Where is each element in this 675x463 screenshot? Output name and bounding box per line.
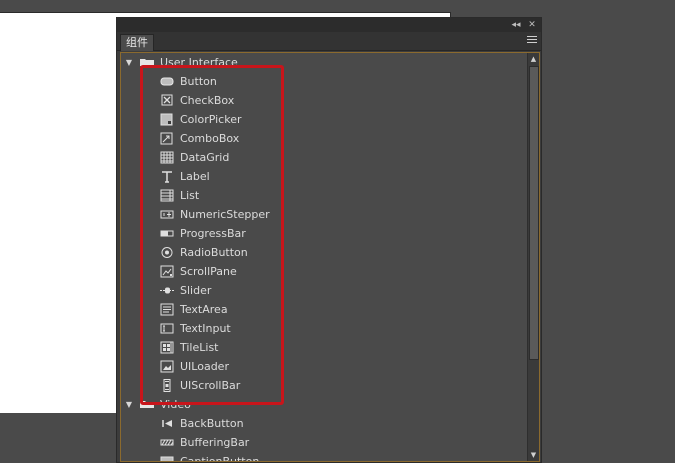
tree-item-label: TileList	[180, 341, 219, 354]
tree-item-scrollpane[interactable]: ScrollPane	[121, 262, 527, 281]
tree-item-label: ColorPicker	[180, 113, 242, 126]
uiloader-icon	[160, 360, 174, 373]
tree-item-label: ProgressBar	[180, 227, 246, 240]
tree-item-textarea[interactable]: TextArea	[121, 300, 527, 319]
tree-item-captionbutton[interactable]: CaptionButton	[121, 452, 527, 462]
tree-item-label[interactable]: Label	[121, 167, 527, 186]
bufferingbar-icon	[160, 436, 174, 449]
tree-item-numericstepper[interactable]: NumericStepper	[121, 205, 527, 224]
panel-titlebar[interactable]: ◂◂ ✕	[117, 18, 541, 32]
close-icon[interactable]: ✕	[525, 18, 539, 32]
tree-item-label: Label	[180, 170, 210, 183]
checkbox-icon	[160, 94, 174, 107]
tree-item-backbutton[interactable]: BackButton	[121, 414, 527, 433]
combobox-icon	[160, 132, 174, 145]
tree-item-label: DataGrid	[180, 151, 230, 164]
uiscrollbar-icon	[160, 379, 174, 392]
folder-label: User Interface	[160, 56, 238, 69]
list-icon	[160, 189, 174, 202]
tree-item-uiloader[interactable]: UILoader	[121, 357, 527, 376]
scroll-down-icon[interactable]: ▼	[528, 450, 539, 460]
captionbutton-icon	[160, 455, 174, 461]
tree-item-label: CheckBox	[180, 94, 235, 107]
textinput-icon	[160, 322, 174, 335]
radiobutton-icon	[160, 246, 174, 259]
components-tree-view[interactable]: ▼ User Interface Button CheckBox ColorPicker…	[120, 52, 540, 462]
tree-item-label: Button	[180, 75, 217, 88]
tree-item-label: Slider	[180, 284, 212, 297]
tree-item-label: ScrollPane	[180, 265, 237, 278]
tree-item-slider[interactable]: Slider	[121, 281, 527, 300]
components-panel: ◂◂ ✕ 组件 ▼ User Interface Button CheckBox Col…	[116, 17, 542, 463]
tree-item-checkbox[interactable]: CheckBox	[121, 91, 527, 110]
tree-item-button[interactable]: Button	[121, 72, 527, 91]
tree-folder[interactable]: ▼ Video	[121, 395, 527, 414]
tree-item-list[interactable]: List	[121, 186, 527, 205]
numericstepper-icon	[160, 208, 174, 221]
tree-item-textinput[interactable]: TextInput	[121, 319, 527, 338]
panel-menu-icon[interactable]	[527, 36, 537, 45]
tree-item-radiobutton[interactable]: RadioButton	[121, 243, 527, 262]
progressbar-icon	[160, 227, 174, 240]
disclosure-triangle-icon[interactable]: ▼	[124, 53, 134, 72]
vertical-scrollbar[interactable]: ▲ ▼	[527, 53, 539, 461]
tree-item-progressbar[interactable]: ProgressBar	[121, 224, 527, 243]
folder-label: Video	[160, 398, 191, 411]
tree-item-label: RadioButton	[180, 246, 248, 259]
tilelist-icon	[160, 341, 174, 354]
button-icon	[160, 75, 174, 88]
folder-icon	[140, 58, 154, 66]
tree-item-label: ComboBox	[180, 132, 240, 145]
tree-item-label: TextArea	[180, 303, 228, 316]
folder-icon	[140, 400, 154, 408]
tree-item-label: List	[180, 189, 200, 202]
tree-item-label: TextInput	[180, 322, 231, 335]
disclosure-triangle-icon[interactable]: ▼	[124, 395, 134, 414]
tree-item-tilelist[interactable]: TileList	[121, 338, 527, 357]
textarea-icon	[160, 303, 174, 316]
component-tree: ▼ User Interface Button CheckBox ColorPicker…	[121, 53, 527, 462]
scroll-thumb[interactable]	[529, 66, 539, 360]
tree-item-colorpicker[interactable]: ColorPicker	[121, 110, 527, 129]
colorpicker-icon	[160, 113, 174, 126]
scroll-up-icon[interactable]: ▲	[528, 54, 539, 64]
backbutton-icon	[160, 417, 174, 430]
tree-item-bufferingbar[interactable]: BufferingBar	[121, 433, 527, 452]
tree-item-label: BufferingBar	[180, 436, 250, 449]
datagrid-icon	[160, 151, 174, 164]
tree-item-uiscrollbar[interactable]: UIScrollBar	[121, 376, 527, 395]
tree-item-label: UIScrollBar	[180, 379, 241, 392]
slider-icon	[160, 284, 174, 297]
scrollpane-icon	[160, 265, 174, 278]
tree-item-label: CaptionButton	[180, 455, 260, 462]
label-icon	[160, 170, 174, 183]
tree-item-label: BackButton	[180, 417, 244, 430]
tree-item-label: NumericStepper	[180, 208, 270, 221]
tab-components[interactable]: 组件	[120, 34, 154, 51]
tree-item-datagrid[interactable]: DataGrid	[121, 148, 527, 167]
tree-item-combobox[interactable]: ComboBox	[121, 129, 527, 148]
panel-tabbar: 组件	[117, 32, 541, 51]
tree-item-label: UILoader	[180, 360, 229, 373]
tree-folder[interactable]: ▼ User Interface	[121, 53, 527, 72]
collapse-icon[interactable]: ◂◂	[509, 18, 523, 32]
